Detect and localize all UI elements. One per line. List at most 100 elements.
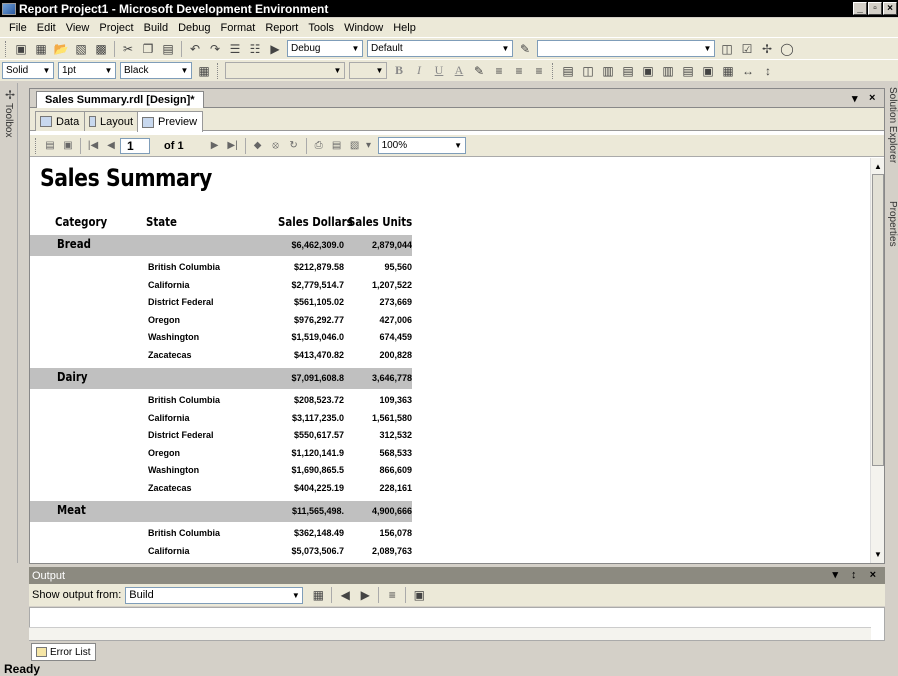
open-file-icon[interactable]: 📂 bbox=[52, 41, 70, 57]
clear-all-icon[interactable]: ≡ bbox=[383, 587, 401, 603]
tab-layout[interactable]: Layout bbox=[84, 111, 138, 131]
parameters-icon[interactable]: ▣ bbox=[60, 138, 76, 154]
borders-icon[interactable]: ▦ bbox=[195, 63, 213, 79]
border-width-combo[interactable]: 1pt ▼ bbox=[58, 62, 116, 79]
navigate-forward-icon[interactable]: ☷ bbox=[246, 41, 264, 57]
toolbox-icon[interactable]: ✢ bbox=[1, 87, 19, 103]
bold-button[interactable]: B bbox=[390, 63, 408, 79]
undo-icon[interactable]: ↶ bbox=[186, 41, 204, 57]
menu-project[interactable]: Project bbox=[94, 22, 138, 34]
scroll-down-icon[interactable]: ▼ bbox=[872, 547, 884, 561]
close-document-icon[interactable]: × bbox=[869, 92, 875, 104]
error-list-tab[interactable]: Error List bbox=[31, 643, 96, 661]
back-icon[interactable]: ◆ bbox=[250, 138, 266, 154]
solution-config-combo[interactable]: Debug ▼ bbox=[287, 40, 363, 57]
toolbox-icon[interactable]: ✢ bbox=[758, 41, 776, 57]
stop-icon[interactable]: ⦻ bbox=[268, 138, 284, 154]
make-same-width-icon[interactable]: ▤ bbox=[679, 63, 697, 79]
menu-file[interactable]: File bbox=[4, 22, 32, 34]
zoom-combo[interactable]: 100% ▼ bbox=[377, 137, 466, 154]
tab-preview[interactable]: Preview bbox=[137, 111, 203, 132]
redo-icon[interactable]: ↷ bbox=[206, 41, 224, 57]
italic-button[interactable]: I bbox=[410, 63, 428, 79]
save-icon[interactable]: ▧ bbox=[72, 41, 90, 57]
solution-explorer-icon[interactable]: ◫ bbox=[718, 41, 736, 57]
next-message-icon[interactable]: ▶ bbox=[356, 587, 374, 603]
previous-message-icon[interactable]: ◀ bbox=[336, 587, 354, 603]
copy-icon[interactable]: ❐ bbox=[139, 41, 157, 57]
properties-icon[interactable]: ☑ bbox=[738, 41, 756, 57]
align-rights-icon[interactable]: ▥ bbox=[599, 63, 617, 79]
border-color-combo[interactable]: Black ▼ bbox=[120, 62, 192, 79]
report-preview-area[interactable]: Sales Summary Category State Sales Dolla… bbox=[30, 158, 870, 563]
document-map-icon[interactable]: ▤ bbox=[42, 138, 58, 154]
font-name-combo[interactable]: ▼ bbox=[225, 62, 345, 79]
border-style-combo[interactable]: Solid ▼ bbox=[2, 62, 54, 79]
align-right-icon[interactable]: ≡ bbox=[530, 63, 548, 79]
page-number-input[interactable]: 1 bbox=[120, 137, 150, 154]
toolbox-strip[interactable]: ✢ Toolbox bbox=[0, 83, 18, 563]
start-debug-icon[interactable]: ▶ bbox=[266, 41, 284, 57]
menu-tools[interactable]: Tools bbox=[303, 22, 339, 34]
menu-view[interactable]: View bbox=[61, 22, 95, 34]
align-bottoms-icon[interactable]: ▥ bbox=[659, 63, 677, 79]
align-left-icon[interactable]: ≡ bbox=[490, 63, 508, 79]
font-size-combo[interactable]: ▼ bbox=[349, 62, 387, 79]
output-horizontal-scrollbar[interactable] bbox=[29, 627, 871, 640]
toolbar-grip[interactable] bbox=[217, 62, 220, 79]
word-wrap-icon[interactable]: ▣ bbox=[410, 587, 428, 603]
vertical-scrollbar[interactable]: ▲ ▼ bbox=[870, 158, 884, 563]
find-in-files-icon[interactable]: ✎ bbox=[516, 41, 534, 57]
tab-data[interactable]: Data bbox=[35, 111, 85, 131]
toolbar-grip[interactable] bbox=[5, 40, 8, 57]
output-source-combo[interactable]: Build ▼ bbox=[125, 586, 304, 604]
chevron-down-icon[interactable]: ▾ bbox=[365, 138, 373, 154]
platform-combo[interactable]: Default ▼ bbox=[367, 40, 513, 57]
menu-build[interactable]: Build bbox=[139, 22, 173, 34]
print-layout-icon[interactable]: ▤ bbox=[329, 138, 345, 154]
print-icon[interactable]: ⎙ bbox=[311, 138, 327, 154]
close-button[interactable]: × bbox=[883, 2, 897, 15]
background-color-icon[interactable]: ✎ bbox=[470, 63, 488, 79]
align-lefts-icon[interactable]: ▤ bbox=[559, 63, 577, 79]
menu-window[interactable]: Window bbox=[339, 22, 388, 34]
toolbar-grip[interactable] bbox=[35, 137, 38, 154]
menu-debug[interactable]: Debug bbox=[173, 22, 215, 34]
next-page-icon[interactable]: ▶ bbox=[207, 138, 223, 154]
output-window-controls[interactable]: ▾ ↕ × bbox=[832, 568, 881, 581]
navigate-back-icon[interactable]: ☰ bbox=[226, 41, 244, 57]
save-all-icon[interactable]: ▩ bbox=[92, 41, 110, 57]
cut-icon[interactable]: ✂ bbox=[119, 41, 137, 57]
minimize-button[interactable]: _ bbox=[853, 2, 867, 15]
document-list-dropdown[interactable]: ▾ bbox=[852, 92, 858, 105]
new-project-icon[interactable]: ▣ bbox=[12, 41, 30, 57]
align-middles-icon[interactable]: ▣ bbox=[639, 63, 657, 79]
solution-explorer-tab[interactable]: Solution Explorer bbox=[887, 87, 898, 163]
align-center-icon[interactable]: ≡ bbox=[510, 63, 528, 79]
maximize-button[interactable]: ▫ bbox=[868, 2, 882, 15]
menu-report[interactable]: Report bbox=[260, 22, 303, 34]
export-icon[interactable]: ▧ bbox=[347, 138, 363, 154]
align-centers-icon[interactable]: ◫ bbox=[579, 63, 597, 79]
underline-button[interactable]: U bbox=[430, 63, 448, 79]
menu-edit[interactable]: Edit bbox=[32, 22, 61, 34]
find-combo[interactable]: ▼ bbox=[537, 40, 715, 57]
scroll-up-icon[interactable]: ▲ bbox=[872, 159, 884, 173]
menu-help[interactable]: Help bbox=[388, 22, 421, 34]
horizontal-spacing-icon[interactable]: ↔ bbox=[739, 63, 757, 79]
toolbar-grip[interactable] bbox=[552, 62, 555, 79]
toolbox-tab-label[interactable]: Toolbox bbox=[3, 103, 14, 137]
menu-format[interactable]: Format bbox=[216, 22, 261, 34]
make-same-height-icon[interactable]: ▣ bbox=[699, 63, 717, 79]
properties-tab[interactable]: Properties bbox=[887, 201, 898, 247]
previous-page-icon[interactable]: ◀ bbox=[103, 138, 119, 154]
paste-icon[interactable]: ▤ bbox=[159, 41, 177, 57]
align-tops-icon[interactable]: ▤ bbox=[619, 63, 637, 79]
start-page-icon[interactable]: ◯ bbox=[778, 41, 796, 57]
refresh-icon[interactable]: ↻ bbox=[286, 138, 302, 154]
add-item-icon[interactable]: ▦ bbox=[32, 41, 50, 57]
document-tab[interactable]: Sales Summary.rdl [Design]* bbox=[36, 91, 204, 108]
font-color-button[interactable]: A bbox=[450, 63, 468, 79]
make-same-size-icon[interactable]: ▦ bbox=[719, 63, 737, 79]
first-page-icon[interactable]: |◀ bbox=[85, 138, 101, 154]
